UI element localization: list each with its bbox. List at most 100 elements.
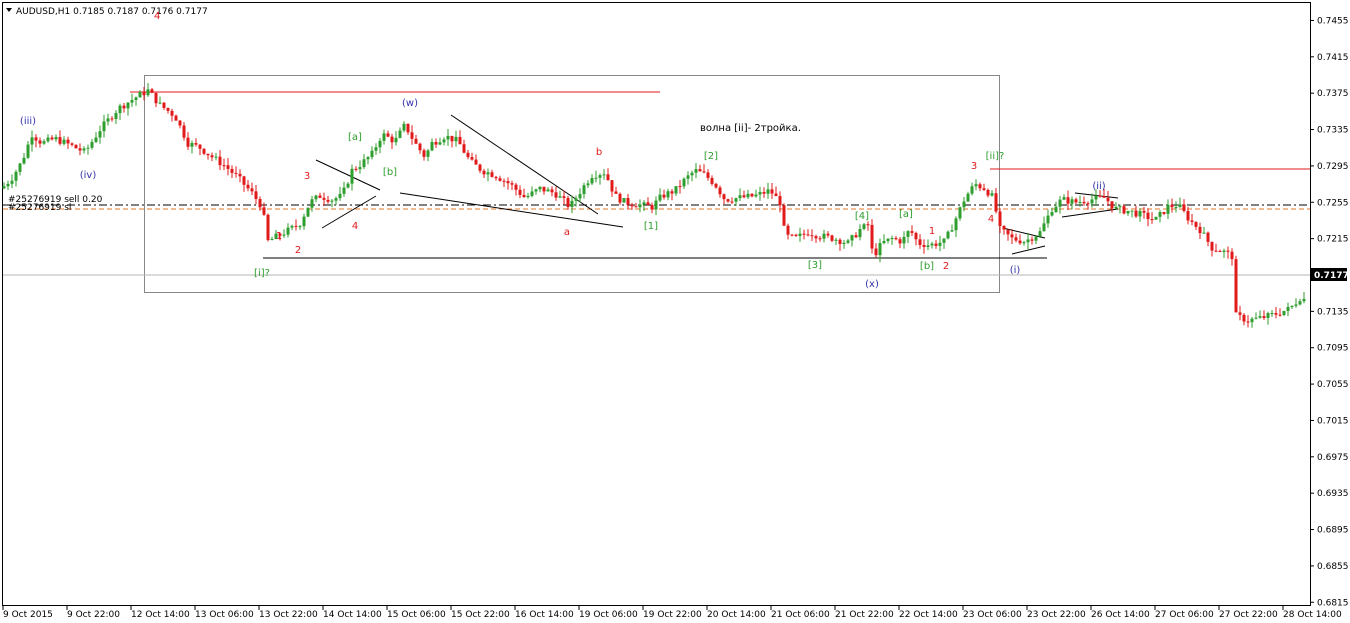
price-tick-label: 0.7295: [1317, 162, 1349, 172]
menu-triangle-icon[interactable]: [6, 8, 12, 12]
candle-body: [1118, 206, 1122, 208]
candle-body: [1010, 234, 1014, 238]
candle-body: [38, 140, 42, 144]
wave-label[interactable]: (i): [1010, 265, 1021, 276]
wave-label[interactable]: [ii]?: [986, 151, 1005, 162]
candle-body: [970, 186, 974, 194]
candle-body: [998, 211, 1002, 226]
candle-body: [98, 131, 102, 138]
candle-body: [1074, 199, 1078, 203]
candle-body: [1018, 240, 1022, 244]
wave-label[interactable]: 1: [276, 231, 282, 242]
wave-label[interactable]: (ii): [1092, 181, 1105, 192]
wave-label[interactable]: (iii): [20, 116, 36, 127]
price-chart[interactable]: 0.7455 0.7415 0.7375 0.7335 0.7295 0.7255 0.72…: [0, 0, 1350, 623]
candle-body: [1146, 212, 1150, 220]
candle-body: [1162, 212, 1166, 214]
candle-body: [714, 183, 718, 188]
wave-label[interactable]: 3: [971, 161, 977, 172]
candle-body: [234, 172, 238, 174]
candle-body: [954, 218, 958, 231]
candle-body: [790, 234, 794, 236]
candle-body: [358, 167, 362, 170]
candle-body: [502, 180, 506, 182]
candle-body: [662, 194, 666, 198]
candle-body: [1082, 201, 1086, 204]
candle-body: [630, 204, 634, 207]
wave-label[interactable]: [i]?: [254, 268, 270, 279]
wave-label[interactable]: [4]: [855, 211, 869, 222]
wave-label[interactable]: (iv): [80, 170, 97, 181]
candle-body: [818, 238, 822, 240]
wave-label[interactable]: 2: [295, 245, 301, 256]
price-tick-label: 0.7375: [1317, 89, 1349, 99]
candle-body: [1258, 316, 1262, 318]
candle-body: [1022, 242, 1026, 244]
candle-body: [454, 136, 458, 142]
candle-body: [554, 192, 558, 198]
chart-window[interactable]: 0.7455 0.7415 0.7375 0.7335 0.7295 0.7255 0.72…: [0, 0, 1350, 623]
candle-body: [1062, 197, 1066, 200]
candle-body: [138, 92, 142, 98]
wave-label[interactable]: 3: [304, 171, 310, 182]
candle-body: [486, 172, 490, 175]
wave-label[interactable]: (w): [402, 98, 418, 109]
candle-body: [878, 243, 882, 256]
trend-line[interactable]: [1061, 208, 1119, 218]
candle-body: [1110, 201, 1114, 209]
candle-body: [230, 168, 234, 173]
wave-label[interactable]: 2: [943, 261, 949, 272]
time-tick-label: 20 Oct 14:00: [707, 610, 766, 620]
candle-body: [410, 132, 414, 139]
candle-body: [306, 207, 310, 217]
wave-label[interactable]: [b]: [383, 167, 397, 178]
candle-body: [782, 205, 786, 226]
candle-body: [718, 187, 722, 195]
candle-body: [962, 201, 966, 208]
candle-body: [258, 199, 262, 208]
wave-label[interactable]: [a]: [899, 209, 913, 220]
candle-body: [762, 191, 766, 194]
candle-body: [94, 137, 98, 143]
time-tick-label: 15 Oct 22:00: [451, 610, 510, 620]
trend-line[interactable]: [399, 192, 624, 228]
candle-body: [666, 191, 670, 198]
candle-body: [898, 239, 902, 244]
wave-label[interactable]: (x): [865, 279, 879, 290]
candle-body: [978, 184, 982, 189]
wave-label[interactable]: 4: [352, 221, 358, 232]
candle-body: [806, 234, 810, 236]
range-box[interactable]: [144, 75, 1000, 293]
candle-body: [1238, 312, 1242, 315]
candle-body: [746, 193, 750, 198]
candle-body: [670, 191, 674, 194]
wave-label[interactable]: [3]: [808, 260, 822, 271]
candle-body: [982, 188, 986, 190]
candle-body: [1158, 212, 1162, 217]
wave-label[interactable]: 1: [929, 226, 935, 237]
wave-label[interactable]: [1]: [644, 221, 658, 232]
wave-label[interactable]: a: [564, 227, 570, 238]
wave-label[interactable]: [b]: [920, 261, 934, 272]
wave-label[interactable]: 4: [988, 214, 994, 225]
candle-body: [778, 196, 782, 206]
candle-body: [1226, 250, 1230, 252]
candle-body: [206, 153, 210, 156]
wave-label[interactable]: [a]: [348, 132, 362, 143]
time-tick-label: 19 Oct 22:00: [643, 610, 702, 620]
candle-body: [474, 159, 478, 165]
candle-body: [498, 178, 502, 181]
candle-body: [142, 92, 146, 96]
candle-body: [70, 143, 74, 145]
candle-body: [1034, 236, 1038, 241]
wave-label[interactable]: [2]: [704, 151, 718, 162]
candle-body: [106, 118, 110, 122]
candle-body: [346, 183, 350, 188]
wave-label[interactable]: b: [596, 147, 602, 158]
trend-line[interactable]: [321, 195, 377, 229]
candle-body: [682, 178, 686, 187]
candle-body: [42, 141, 46, 144]
order-label[interactable]: #25276919 sl: [8, 203, 71, 213]
candle-body: [1202, 232, 1206, 234]
candle-body: [1198, 226, 1202, 234]
